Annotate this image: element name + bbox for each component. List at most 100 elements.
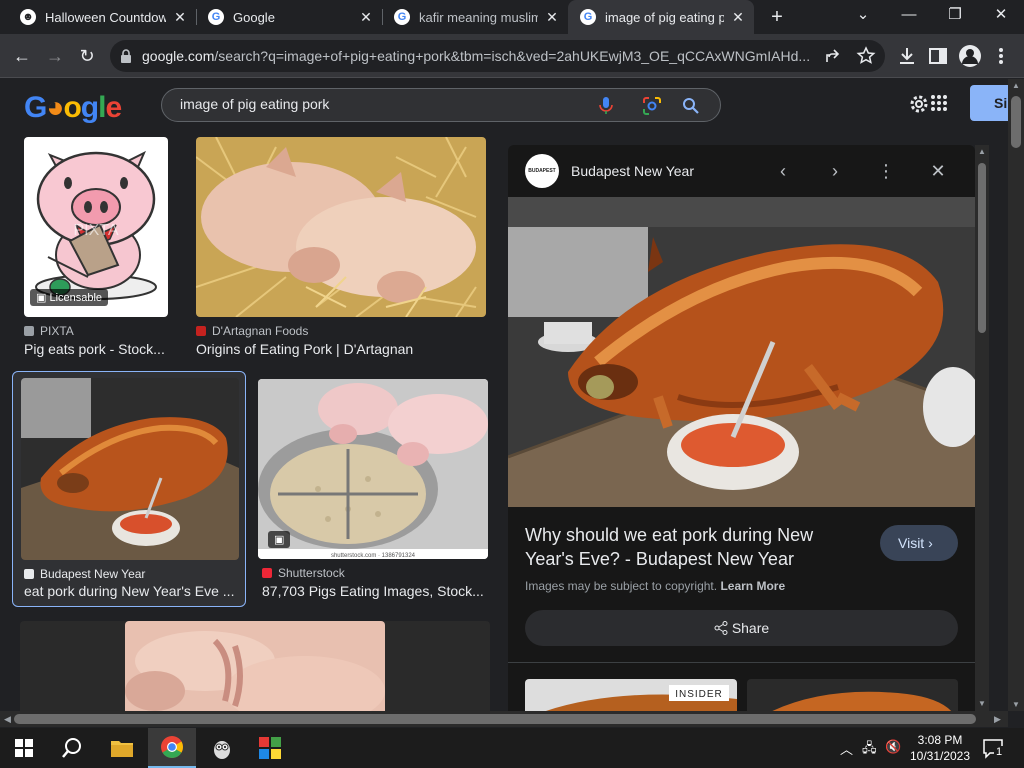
result-source-label: PIXTA xyxy=(40,324,74,338)
image-result-shutterstock[interactable]: shutterstock.com · 1386791324 ▣ Shutters… xyxy=(258,379,490,607)
result-thumbnail[interactable]: PIXTA ▣ Licensable xyxy=(24,137,168,317)
tab-search-icon[interactable]: ⌄ xyxy=(840,0,886,32)
source-favicon-icon xyxy=(24,326,34,336)
google-halloween-doodle-logo[interactable]: G◕ogle xyxy=(24,91,122,125)
image-result-dartagnan[interactable]: D'Artagnan Foods Origins of Eating Pork … xyxy=(196,137,488,362)
notification-center-icon[interactable]: 1 xyxy=(982,737,1005,759)
google-lens-icon[interactable] xyxy=(642,96,662,116)
result-thumbnail[interactable] xyxy=(196,137,486,317)
result-caption[interactable]: Origins of Eating Pork | D'Artagnan xyxy=(196,341,484,357)
windows-start-icon[interactable] xyxy=(0,728,48,768)
panel-divider xyxy=(508,662,975,663)
insider-label: INSIDER xyxy=(675,689,723,700)
close-tab-icon[interactable]: ✕ xyxy=(172,9,188,26)
google-header: G◕ogle Si xyxy=(0,79,1024,131)
settings-gear-icon[interactable] xyxy=(908,93,930,115)
forward-arrow-icon[interactable]: → xyxy=(42,43,68,69)
volume-muted-icon[interactable]: 🔇 xyxy=(885,739,901,755)
scroll-right-icon[interactable]: ▶ xyxy=(994,714,1001,725)
restore-icon[interactable]: ❐ xyxy=(932,0,978,32)
page-scroll-up-icon[interactable]: ▲ xyxy=(1012,81,1020,90)
image-result-budapest-new-year[interactable]: Budapest New Year eat pork during New Ye… xyxy=(12,371,246,607)
next-result-icon[interactable]: › xyxy=(823,159,847,183)
tab-title: Halloween Countdown xyxy=(45,9,166,25)
file-explorer-icon[interactable] xyxy=(98,728,146,768)
tab-strip: ☻ Halloween Countdown ✕ G Google ✕ G kaf… xyxy=(0,0,1024,34)
search-input[interactable] xyxy=(180,96,600,112)
previous-result-icon[interactable]: ‹ xyxy=(771,159,795,183)
scroll-left-icon[interactable]: ◀ xyxy=(4,714,11,725)
pixta-watermark: PIXTA xyxy=(73,222,118,239)
new-tab-button[interactable]: + xyxy=(764,4,790,30)
scroll-down-icon[interactable]: ▼ xyxy=(978,699,986,708)
page-scroll-down-icon[interactable]: ▼ xyxy=(1012,700,1020,709)
source-favicon-icon xyxy=(262,568,272,578)
preview-scrollbar-thumb[interactable] xyxy=(978,163,986,333)
clock-time: 3:08 PM xyxy=(917,733,963,747)
result-caption[interactable]: Pig eats pork - Stock... xyxy=(24,341,170,357)
preview-title[interactable]: Why should we eat pork during New Year's… xyxy=(525,523,865,571)
side-panel-icon[interactable] xyxy=(927,45,949,67)
result-source-label: Shutterstock xyxy=(278,566,345,580)
share-page-icon[interactable] xyxy=(824,46,844,66)
tab-kafir-meaning[interactable]: G kafir meaning muslim - ✕ xyxy=(382,0,568,34)
lock-icon[interactable] xyxy=(120,49,132,63)
related-image-2[interactable] xyxy=(747,679,958,711)
chevron-right-icon: › xyxy=(928,535,933,551)
kebab-menu-icon[interactable] xyxy=(990,45,1012,67)
reload-icon[interactable]: ↻ xyxy=(74,43,100,69)
search-box[interactable] xyxy=(161,88,721,122)
profile-avatar-icon[interactable] xyxy=(959,45,981,67)
close-tab-icon[interactable]: ✕ xyxy=(730,9,746,26)
tab-halloween-countdown[interactable]: ☻ Halloween Countdown ✕ xyxy=(8,0,196,34)
page-vertical-scrollbar[interactable] xyxy=(1008,79,1024,711)
address-bar[interactable]: google.com/search?q=image+of+pig+eating+… xyxy=(110,40,885,72)
image-icon: ▣ xyxy=(268,531,291,548)
more-options-icon[interactable]: ⋮ xyxy=(874,159,898,183)
taskbar-search-icon[interactable] xyxy=(48,728,96,768)
image-result-pixta[interactable]: PIXTA ▣ Licensable PIXTA Pig eats pork -… xyxy=(24,137,174,362)
tab-image-of-pig-eating-pork[interactable]: G image of pig eating po ✕ xyxy=(568,0,754,34)
visit-button[interactable]: Visit › xyxy=(880,525,958,561)
microphone-icon[interactable] xyxy=(598,96,614,116)
tab-google[interactable]: G Google ✕ xyxy=(196,0,382,34)
search-icon[interactable] xyxy=(682,97,700,115)
tab-title: Google xyxy=(233,9,275,25)
result-thumbnail[interactable] xyxy=(21,378,239,560)
result-thumbnail[interactable] xyxy=(125,621,385,711)
bookmark-star-icon[interactable] xyxy=(856,46,876,66)
chrome-taskbar-icon[interactable] xyxy=(148,728,196,768)
preview-site-name[interactable]: Budapest New Year xyxy=(571,163,694,179)
learn-more-link[interactable]: Learn More xyxy=(720,579,785,593)
preview-image[interactable] xyxy=(508,197,975,507)
close-tab-icon[interactable]: ✕ xyxy=(544,9,560,26)
result-thumbnail[interactable]: shutterstock.com · 1386791324 ▣ xyxy=(258,379,488,559)
network-icon[interactable]: 🖧 xyxy=(862,739,877,761)
share-button[interactable]: Share xyxy=(525,610,958,646)
app-owl-taskbar-icon[interactable] xyxy=(198,728,246,768)
image-preview-panel: BUDAPEST Budapest New Year ‹ › ⋮ ✕ Why s… xyxy=(508,145,975,711)
page-vertical-scrollbar-thumb[interactable] xyxy=(1011,96,1021,148)
back-arrow-icon[interactable]: ← xyxy=(9,43,35,69)
result-source: PIXTA xyxy=(24,324,74,338)
scroll-up-icon[interactable]: ▲ xyxy=(978,147,986,156)
taskbar-clock[interactable]: 3:08 PM 10/31/2023 xyxy=(905,732,975,764)
result-caption[interactable]: 87,703 Pigs Eating Images, Stock... xyxy=(262,583,490,599)
site-logo[interactable]: BUDAPEST xyxy=(525,154,559,188)
page-horizontal-scrollbar-thumb[interactable] xyxy=(14,714,976,724)
clock-date: 10/31/2023 xyxy=(909,749,971,763)
close-preview-icon[interactable]: ✕ xyxy=(926,159,950,183)
download-icon[interactable] xyxy=(896,45,918,67)
source-favicon-icon xyxy=(196,326,206,336)
image-result-partial[interactable] xyxy=(20,621,490,711)
related-image-1[interactable]: INSIDER xyxy=(525,679,737,711)
close-window-icon[interactable]: ✕ xyxy=(978,0,1024,32)
close-tab-icon[interactable]: ✕ xyxy=(358,9,374,26)
url-text: google.com/search?q=image+of+pig+eating+… xyxy=(142,48,810,64)
app-grid-taskbar-icon[interactable] xyxy=(246,728,294,768)
result-caption[interactable]: eat pork during New Year's Eve ... xyxy=(24,583,240,599)
show-hidden-icons-icon[interactable]: ︿ xyxy=(840,739,853,758)
google-apps-icon[interactable] xyxy=(930,94,948,112)
minimize-icon[interactable]: — xyxy=(886,0,932,32)
result-source: Budapest New Year xyxy=(24,567,145,581)
